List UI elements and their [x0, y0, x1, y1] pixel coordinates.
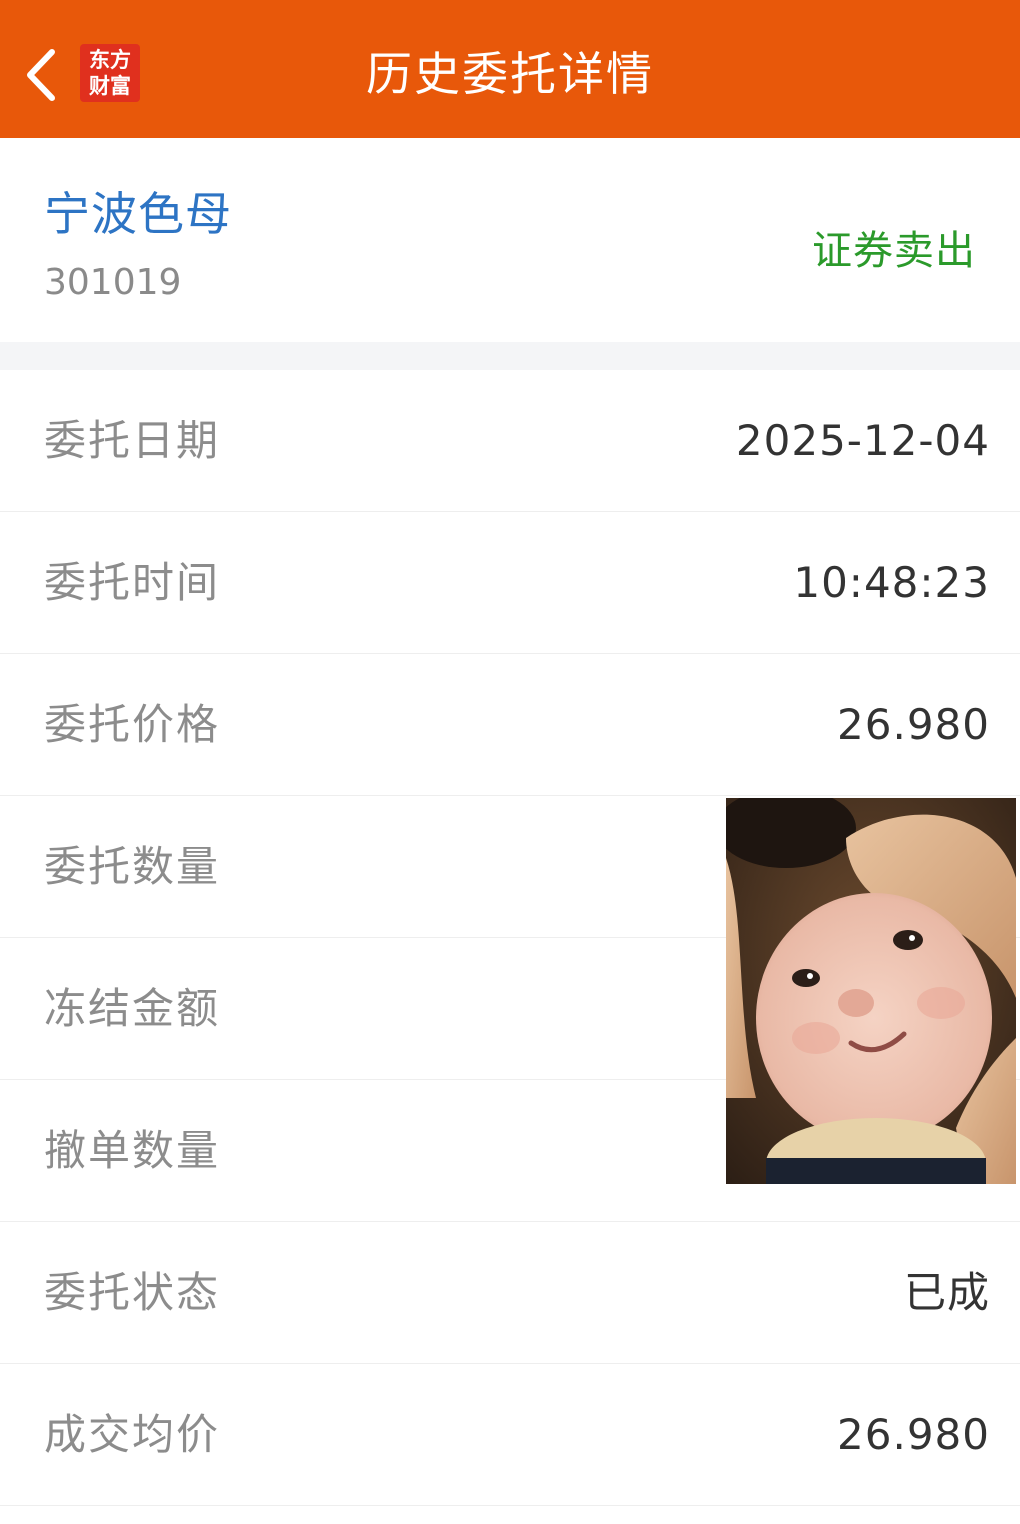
top-app-bar: 东方 财富 历史委托详情 [0, 0, 1020, 138]
stock-name: 宁波色母 [44, 187, 232, 241]
row-label: 委托价格 [44, 700, 221, 749]
section-divider [0, 342, 1020, 370]
row-label: 冻结金额 [44, 984, 221, 1033]
row-label: 撤单数量 [44, 1126, 221, 1175]
detail-row-order-price: 委托价格 26.980 [0, 654, 1020, 796]
row-value: 10:48:23 [793, 558, 990, 607]
detail-row-average-price: 成交均价 26.980 [0, 1364, 1020, 1506]
row-label: 成交均价 [44, 1410, 221, 1459]
row-label: 委托时间 [44, 558, 221, 607]
stock-code: 301019 [44, 262, 182, 303]
row-label: 委托日期 [44, 416, 221, 465]
trade-direction: 证券卖出 [812, 228, 976, 274]
row-label: 委托数量 [44, 842, 221, 891]
row-value: 2025-12-04 [735, 416, 990, 465]
stock-info-card: 宁波色母 301019 证券卖出 [0, 138, 1020, 342]
detail-row-order-date: 委托日期 2025-12-04 [0, 370, 1020, 512]
baby-face-photo [726, 798, 1016, 1184]
row-label: 委托状态 [44, 1268, 221, 1317]
row-value: 26.980 [837, 1410, 990, 1459]
row-value: 已成 [903, 1268, 990, 1317]
detail-row-order-time: 委托时间 10:48:23 [0, 512, 1020, 654]
row-value: 26.980 [837, 700, 990, 749]
detail-row-order-status: 委托状态 已成 [0, 1222, 1020, 1364]
page-title: 历史委托详情 [366, 47, 654, 101]
